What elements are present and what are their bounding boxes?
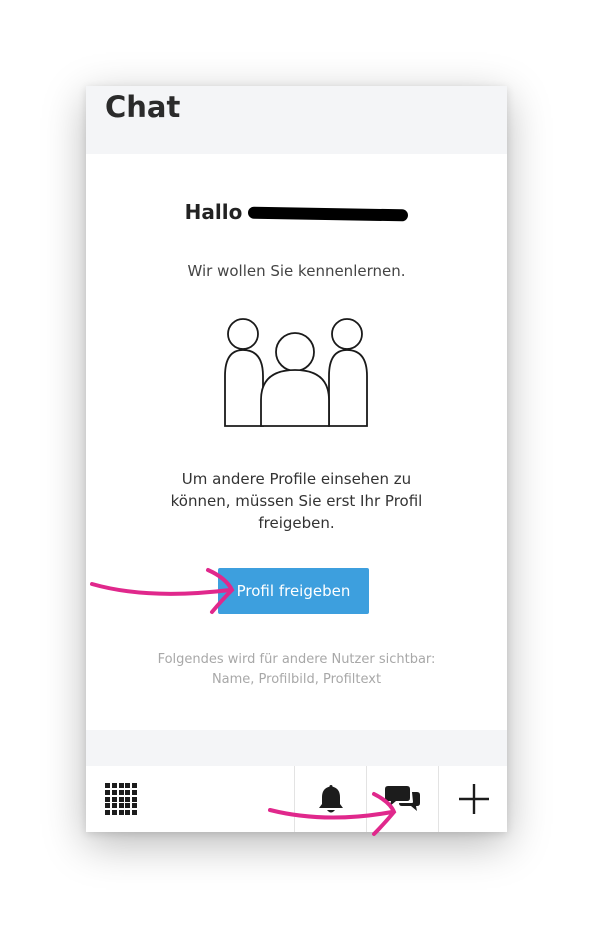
nav-notifications[interactable]: [294, 766, 367, 832]
intro-text: Wir wollen Sie kennenlernen.: [187, 262, 406, 280]
page-title: Chat: [105, 90, 181, 124]
header: Chat: [86, 86, 507, 152]
bell-icon: [319, 785, 343, 813]
greeting-text: Hallo: [184, 200, 243, 224]
greeting: Hallo: [86, 200, 507, 224]
share-profile-card: Hallo Wir wollen Sie kennenlernen. Um an…: [86, 154, 507, 730]
nav-apps[interactable]: [86, 766, 156, 832]
divider-strip: [86, 732, 507, 766]
bottom-navigation: [86, 766, 507, 832]
apps-grid-icon: [105, 783, 137, 815]
description-text: Um andere Profile einsehen zu können, mü…: [170, 470, 423, 532]
app-window: Chat Hallo Wir wollen Sie kennenlernen. …: [86, 86, 507, 832]
chat-icon: [385, 786, 420, 811]
redacted-name: [248, 206, 409, 221]
visibility-note: Folgendes wird für andere Nutzer sichtba…: [157, 652, 436, 687]
plus-icon: [458, 784, 489, 814]
nav-add[interactable]: [438, 766, 508, 832]
share-profile-button[interactable]: Profil freigeben: [218, 568, 369, 614]
nav-chat[interactable]: [366, 766, 439, 832]
people-group-icon: [224, 318, 368, 427]
